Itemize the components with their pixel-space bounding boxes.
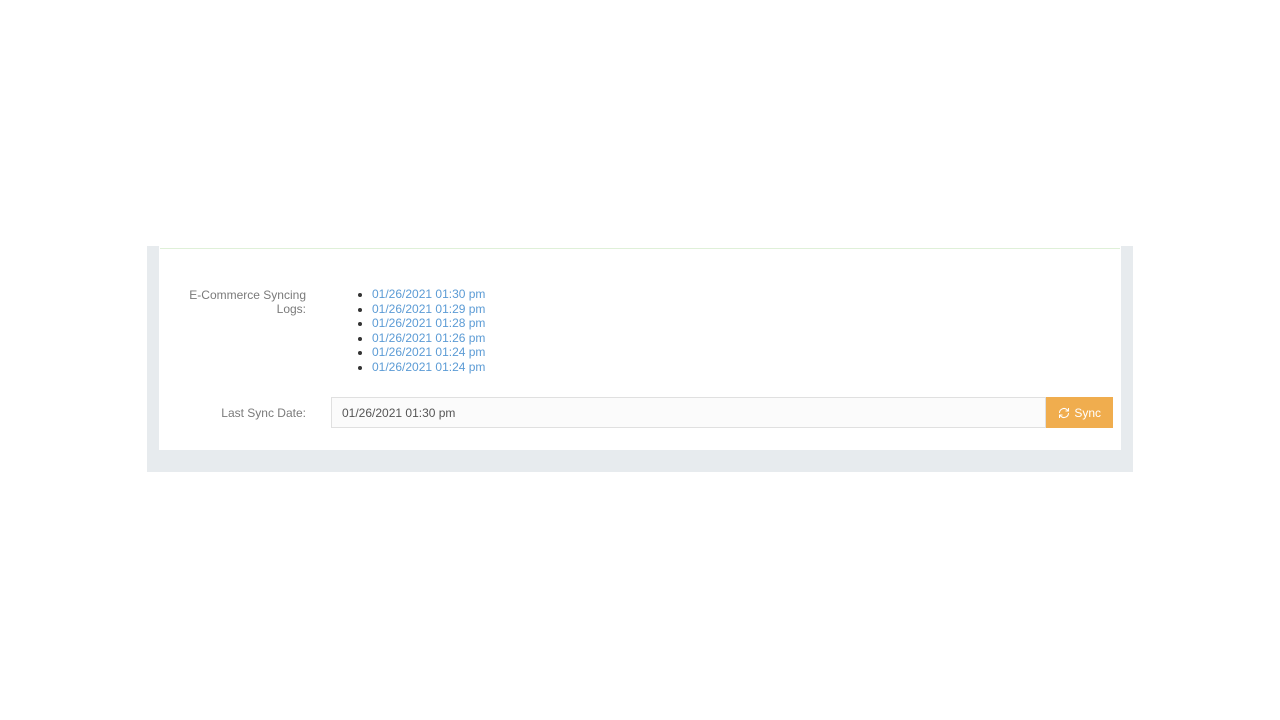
last-sync-input[interactable] <box>331 397 1046 428</box>
log-link[interactable]: 01/26/2021 01:24 pm <box>372 345 485 359</box>
log-link[interactable]: 01/26/2021 01:29 pm <box>372 302 485 316</box>
list-item: 01/26/2021 01:24 pm <box>372 345 1113 360</box>
syncing-logs-label: E-Commerce Syncing Logs: <box>159 287 306 316</box>
success-bar <box>160 248 1120 249</box>
last-sync-label: Last Sync Date: <box>159 406 306 420</box>
list-item: 01/26/2021 01:29 pm <box>372 302 1113 317</box>
last-sync-row: Last Sync Date: Sync <box>159 397 1121 428</box>
syncing-logs-content: 01/26/2021 01:30 pm 01/26/2021 01:29 pm … <box>306 287 1113 374</box>
list-item: 01/26/2021 01:28 pm <box>372 316 1113 331</box>
log-link[interactable]: 01/26/2021 01:24 pm <box>372 360 485 374</box>
list-item: 01/26/2021 01:30 pm <box>372 287 1113 302</box>
syncing-logs-row: E-Commerce Syncing Logs: 01/26/2021 01:3… <box>159 287 1121 374</box>
sync-button-label: Sync <box>1074 406 1101 420</box>
last-sync-input-group: Sync <box>331 397 1113 428</box>
page-background: E-Commerce Syncing Logs: 01/26/2021 01:3… <box>147 246 1133 472</box>
log-link[interactable]: 01/26/2021 01:30 pm <box>372 287 485 301</box>
refresh-icon <box>1058 407 1070 419</box>
list-item: 01/26/2021 01:24 pm <box>372 360 1113 375</box>
log-link[interactable]: 01/26/2021 01:28 pm <box>372 316 485 330</box>
list-item: 01/26/2021 01:26 pm <box>372 331 1113 346</box>
log-link[interactable]: 01/26/2021 01:26 pm <box>372 331 485 345</box>
sync-button[interactable]: Sync <box>1046 397 1113 428</box>
sync-panel: E-Commerce Syncing Logs: 01/26/2021 01:3… <box>159 246 1121 450</box>
log-list: 01/26/2021 01:30 pm 01/26/2021 01:29 pm … <box>331 287 1113 374</box>
